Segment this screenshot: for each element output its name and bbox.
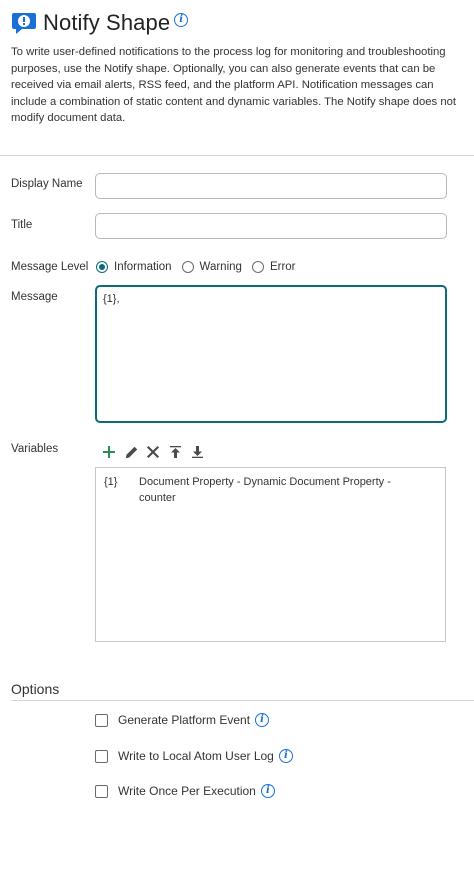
info-icon[interactable]: i bbox=[260, 784, 275, 798]
shape-description: To write user-defined notifications to t… bbox=[11, 46, 457, 125]
display-name-input[interactable] bbox=[95, 173, 447, 199]
message-level-radio-group: Information Warning Error bbox=[96, 261, 306, 273]
info-icon[interactable]: i bbox=[174, 13, 189, 27]
message-level-label: Message Level bbox=[11, 261, 89, 273]
title-input[interactable] bbox=[95, 213, 447, 239]
radio-button-checked[interactable] bbox=[96, 261, 108, 273]
message-label: Message bbox=[11, 291, 58, 303]
radio-label-error: Error bbox=[269, 261, 296, 273]
radio-button[interactable] bbox=[251, 261, 264, 273]
write-local-atom-user-log-option[interactable]: Write to Local Atom User Log i bbox=[95, 749, 293, 763]
variables-toolbar bbox=[98, 444, 208, 460]
variables-label: Variables bbox=[11, 443, 59, 455]
notify-shape-icon bbox=[11, 11, 37, 35]
message-textarea[interactable]: {1}, bbox=[95, 285, 447, 423]
move-up-icon[interactable] bbox=[164, 444, 186, 460]
edit-icon[interactable] bbox=[120, 444, 142, 460]
variable-key: {1} bbox=[104, 476, 118, 488]
radio-error[interactable]: Error bbox=[251, 261, 296, 273]
checkbox[interactable] bbox=[95, 713, 108, 727]
delete-icon[interactable] bbox=[142, 444, 164, 460]
page-title: Notify Shape bbox=[43, 10, 171, 35]
notify-shape-panel: Notify Shape i To write user-defined not… bbox=[0, 0, 474, 882]
checkbox-label: Write to Local Atom User Log bbox=[118, 749, 274, 763]
options-heading: Options bbox=[11, 681, 60, 697]
checkbox[interactable] bbox=[95, 784, 108, 798]
checkbox[interactable] bbox=[95, 749, 108, 763]
variables-list[interactable]: {1} Document Property - Dynamic Document… bbox=[95, 467, 446, 642]
info-icon[interactable]: i bbox=[278, 749, 293, 763]
info-icon[interactable]: i bbox=[255, 713, 270, 727]
radio-information[interactable]: Information bbox=[96, 261, 172, 273]
checkbox-label: Generate Platform Event bbox=[118, 713, 251, 727]
move-down-icon[interactable] bbox=[186, 444, 208, 460]
display-name-label: Display Name bbox=[11, 178, 83, 190]
variable-value: Document Property - Dynamic Document Pro… bbox=[139, 476, 391, 504]
title-label: Title bbox=[11, 219, 33, 231]
divider bbox=[11, 700, 474, 701]
radio-warning[interactable]: Warning bbox=[181, 261, 242, 273]
divider bbox=[0, 155, 474, 156]
radio-label-information: Information bbox=[114, 261, 172, 273]
panel-header: Notify Shape i bbox=[11, 10, 189, 36]
radio-label-warning: Warning bbox=[199, 261, 242, 273]
radio-button[interactable] bbox=[181, 261, 194, 273]
generate-platform-event-option[interactable]: Generate Platform Event i bbox=[95, 713, 270, 727]
list-item[interactable]: {1} Document Property - Dynamic Document… bbox=[104, 475, 429, 506]
add-icon[interactable] bbox=[98, 444, 120, 460]
checkbox-label: Write Once Per Execution bbox=[118, 784, 256, 798]
write-once-per-execution-option[interactable]: Write Once Per Execution i bbox=[95, 784, 275, 798]
